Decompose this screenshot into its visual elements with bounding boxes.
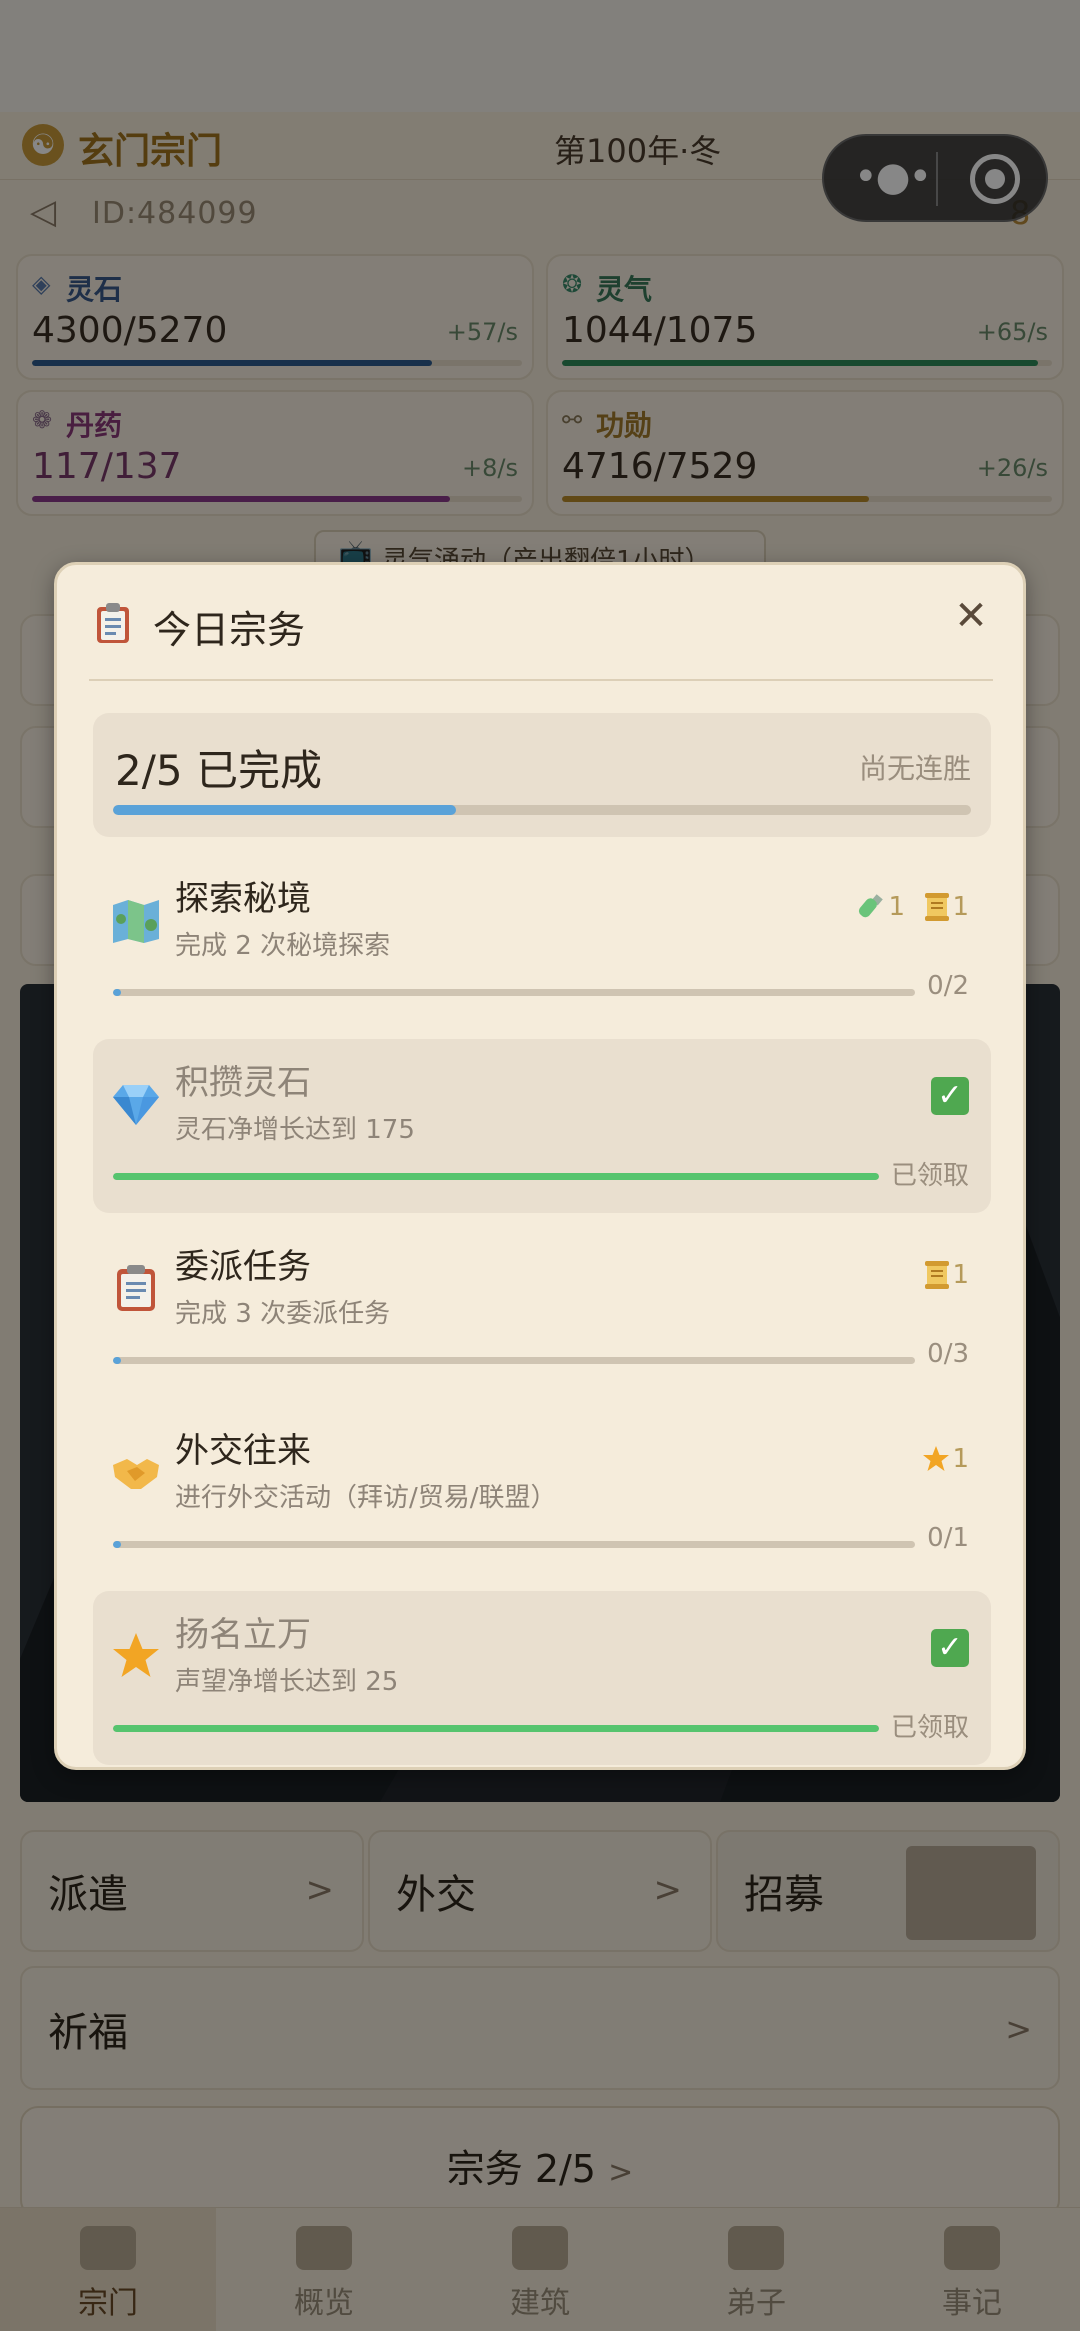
task-card[interactable]: 外交往来 进行外交活动（拜访/贸易/联盟） 1 0/1 (93, 1407, 991, 1581)
reward-item: 1 (858, 891, 905, 922)
task-title: 扬名立万 (175, 1615, 311, 1655)
clipboard-icon (97, 603, 129, 643)
completion-summary: 2/5 已完成 尚无连胜 (93, 713, 991, 837)
reward-item: 1 (924, 1259, 969, 1290)
clipboard-icon (117, 1265, 155, 1311)
modal-title: 今日宗务 (153, 608, 306, 652)
daily-duties-modal: 今日宗务 ✕ 2/5 已完成 尚无连胜 探索秘境 完成 2 次秘境探索 1 1 … (54, 562, 1026, 1770)
task-card[interactable]: 探索秘境 完成 2 次秘境探索 1 1 0/2 (93, 855, 991, 1029)
map-icon (113, 900, 159, 943)
task-progress-bar (113, 1725, 879, 1732)
task-description: 进行外交活动（拜访/贸易/联盟） (175, 1483, 557, 1513)
handshake-icon (113, 1459, 159, 1489)
gem-icon (113, 1085, 159, 1125)
reward-count: 1 (952, 1443, 969, 1474)
reward-item: 1 (924, 891, 969, 922)
streak-label: 尚无连胜 (858, 752, 971, 785)
task-description: 灵石净增长达到 175 (175, 1115, 415, 1145)
task-progress-bar (113, 1173, 879, 1180)
claimed-label: 已领取 (890, 1161, 969, 1191)
divider (89, 679, 993, 681)
scroll-icon (925, 1260, 950, 1289)
task-progress-text: 0/3 (927, 1339, 969, 1369)
checkmark-icon: ✓ (931, 1629, 969, 1667)
task-description: 完成 2 次秘境探索 (175, 931, 391, 961)
completion-count: 2/5 已完成 (115, 746, 322, 795)
star-icon (113, 1633, 159, 1677)
task-progress-text: 0/2 (927, 971, 969, 1001)
reward-count: 1 (952, 1259, 969, 1290)
completion-progress-bar (113, 805, 971, 815)
task-progress-bar (113, 1357, 915, 1364)
star-icon (923, 1445, 950, 1471)
task-card[interactable]: 委派任务 完成 3 次委派任务 1 0/3 (93, 1223, 991, 1397)
task-title: 探索秘境 (175, 879, 311, 919)
checkmark-icon: ✓ (931, 1077, 969, 1115)
task-title: 委派任务 (175, 1247, 311, 1287)
task-title: 外交往来 (175, 1431, 311, 1471)
task-description: 完成 3 次委派任务 (175, 1299, 391, 1329)
reward-count: 1 (952, 891, 969, 922)
task-card[interactable]: 扬名立万 声望净增长达到 25 ✓ 已领取 (93, 1591, 991, 1765)
task-progress-bar (113, 1541, 915, 1548)
potion-icon (859, 893, 884, 917)
close-icon[interactable]: ✕ (947, 593, 995, 641)
task-progress-bar (113, 989, 915, 996)
reward-count: 1 (888, 891, 905, 922)
task-card[interactable]: 积攒灵石 灵石净增长达到 175 ✓ 已领取 (93, 1039, 991, 1213)
task-description: 声望净增长达到 25 (175, 1667, 399, 1697)
task-title: 积攒灵石 (175, 1063, 311, 1103)
task-progress-text: 0/1 (927, 1523, 969, 1553)
scroll-icon (925, 892, 950, 921)
reward-item: 1 (922, 1443, 969, 1474)
claimed-label: 已领取 (890, 1713, 969, 1743)
